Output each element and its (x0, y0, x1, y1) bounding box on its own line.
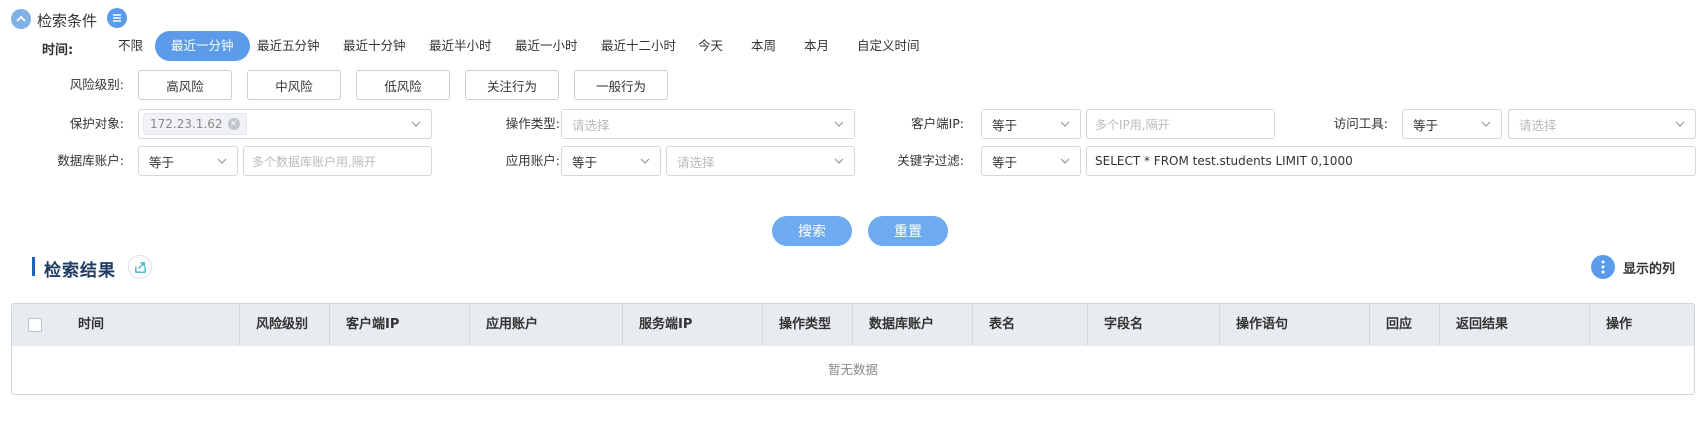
column-header-time[interactable]: 时间 (64, 304, 239, 346)
client-ip-operator-select[interactable]: 等于 (981, 109, 1081, 139)
db-account-placeholder: 多个数据库账户用,隔开 (252, 154, 376, 169)
column-header-app-account[interactable]: 应用账户 (469, 304, 622, 346)
access-tool-label: 访问工具: (1333, 116, 1388, 131)
time-option-last-half-hour[interactable]: 最近半小时 (413, 31, 508, 61)
results-title-bar (32, 257, 35, 276)
time-option-last-10-min[interactable]: 最近十分钟 (327, 31, 422, 61)
app-account-select[interactable]: 请选择 (666, 146, 855, 176)
search-conditions-title: 检索条件 (37, 12, 98, 30)
app-account-placeholder: 请选择 (677, 154, 715, 170)
chevron-down-icon (217, 158, 227, 164)
column-header-response[interactable]: 回应 (1369, 304, 1439, 346)
access-tool-operator-select[interactable]: 等于 (1402, 109, 1502, 139)
risk-high-button[interactable]: 高风险 (138, 70, 232, 100)
column-header-risk-level[interactable]: 风险级别 (239, 304, 329, 346)
time-option-this-month[interactable]: 本月 (788, 31, 845, 61)
column-header-statement[interactable]: 操作语句 (1219, 304, 1369, 346)
column-header-db-account[interactable]: 数据库账户 (852, 304, 972, 346)
client-ip-label: 客户端IP: (911, 116, 964, 131)
time-option-last-12-hours[interactable]: 最近十二小时 (585, 31, 692, 61)
db-account-input[interactable]: 多个数据库账户用,隔开 (243, 146, 432, 176)
access-tool-select[interactable]: 请选择 (1508, 109, 1696, 139)
time-option-custom[interactable]: 自定义时间 (841, 31, 936, 61)
keyword-value: SELECT * FROM test.students LIMIT 0,1000 (1095, 154, 1353, 168)
risk-level-label: 风险级别: (69, 77, 124, 92)
chevron-down-icon (1675, 121, 1685, 127)
chevron-down-icon (411, 121, 421, 127)
keyword-filter-label: 关键字过滤: (897, 153, 964, 168)
op-type-select[interactable]: 请选择 (561, 109, 855, 139)
menu-icon[interactable] (107, 8, 127, 28)
select-all-checkbox[interactable] (28, 318, 42, 332)
search-button[interactable]: 搜索 (772, 216, 852, 246)
time-option-unlimited[interactable]: 不限 (102, 31, 159, 61)
risk-watch-button[interactable]: 关注行为 (465, 70, 559, 100)
more-options-icon[interactable] (1591, 255, 1615, 279)
client-ip-input[interactable]: 多个IP用,隔开 (1086, 109, 1275, 139)
client-ip-operator-value: 等于 (992, 117, 1018, 133)
show-columns-link[interactable]: 显示的列 (1623, 258, 1675, 277)
protect-object-tag: 172.23.1.62 × (143, 113, 247, 135)
results-title: 检索结果 (44, 261, 116, 281)
column-header-actions: 操作 (1589, 304, 1694, 346)
keyword-operator-select[interactable]: 等于 (981, 146, 1081, 176)
risk-medium-button[interactable]: 中风险 (247, 70, 341, 100)
app-account-label: 应用账户: (505, 153, 560, 168)
time-option-last-hour[interactable]: 最近一小时 (499, 31, 594, 61)
protect-object-select[interactable]: 172.23.1.62 × (138, 109, 432, 139)
protect-object-label: 保护对象: (69, 116, 124, 131)
time-option-today[interactable]: 今天 (682, 31, 739, 61)
column-header-return-result[interactable]: 返回结果 (1439, 304, 1589, 346)
collapse-toggle-icon[interactable] (11, 9, 31, 29)
time-label: 时间: (42, 43, 74, 58)
empty-state-text: 暂无数据 (827, 362, 878, 377)
tag-remove-icon[interactable]: × (227, 118, 240, 130)
table-header: 时间 风险级别 客户端IP 应用账户 服务端IP 操作类型 数据库账户 表名 字… (12, 304, 1694, 346)
op-type-placeholder: 请选择 (572, 117, 610, 133)
db-account-label: 数据库账户: (57, 153, 124, 168)
access-tool-placeholder: 请选择 (1519, 117, 1557, 133)
column-header-table-name[interactable]: 表名 (972, 304, 1087, 346)
risk-normal-button[interactable]: 一般行为 (574, 70, 668, 100)
chevron-down-icon (834, 121, 844, 127)
op-type-label: 操作类型: (505, 116, 560, 131)
db-account-operator-value: 等于 (149, 154, 175, 170)
protect-object-tag-text: 172.23.1.62 (150, 117, 223, 131)
reset-button[interactable]: 重置 (868, 216, 948, 246)
keyword-operator-value: 等于 (992, 154, 1018, 170)
db-account-operator-select[interactable]: 等于 (138, 146, 238, 176)
access-tool-operator-value: 等于 (1413, 117, 1439, 133)
chevron-down-icon (1060, 158, 1070, 164)
export-icon[interactable] (128, 255, 152, 279)
keyword-input[interactable]: SELECT * FROM test.students LIMIT 0,1000 (1086, 146, 1696, 176)
column-header-field-name[interactable]: 字段名 (1087, 304, 1219, 346)
column-header-op-type[interactable]: 操作类型 (762, 304, 852, 346)
time-option-this-week[interactable]: 本周 (735, 31, 792, 61)
column-header-server-ip[interactable]: 服务端IP (622, 304, 762, 346)
chevron-down-icon (640, 158, 650, 164)
time-option-last-minute[interactable]: 最近一分钟 (155, 31, 250, 61)
app-account-operator-value: 等于 (572, 154, 598, 170)
app-account-operator-select[interactable]: 等于 (561, 146, 661, 176)
chevron-down-icon (834, 158, 844, 164)
time-option-last-5-min[interactable]: 最近五分钟 (241, 31, 336, 61)
results-table: 时间 风险级别 客户端IP 应用账户 服务端IP 操作类型 数据库账户 表名 字… (11, 303, 1695, 395)
column-header-client-ip[interactable]: 客户端IP (329, 304, 469, 346)
risk-low-button[interactable]: 低风险 (356, 70, 450, 100)
client-ip-placeholder: 多个IP用,隔开 (1095, 117, 1170, 132)
chevron-down-icon (1060, 121, 1070, 127)
chevron-down-icon (1481, 121, 1491, 127)
